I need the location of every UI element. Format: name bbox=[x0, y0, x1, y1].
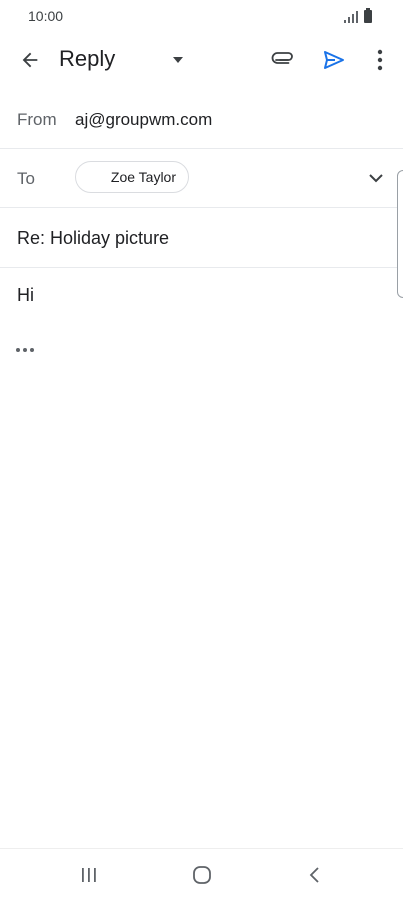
navigation-bar bbox=[0, 848, 403, 897]
battery-icon bbox=[364, 8, 372, 23]
signal-bars-icon bbox=[344, 11, 358, 23]
show-quoted-text-button[interactable] bbox=[14, 340, 40, 360]
more-vertical-icon bbox=[377, 49, 383, 71]
recipient-name: Zoe Taylor bbox=[110, 169, 176, 185]
toolbar: Reply bbox=[0, 36, 403, 84]
attach-button[interactable] bbox=[264, 40, 304, 80]
from-label: From bbox=[17, 110, 57, 129]
status-time: 10:00 bbox=[28, 8, 64, 24]
to-label: To bbox=[17, 169, 35, 188]
status-bar: 10:00 bbox=[0, 0, 403, 32]
nav-back-icon bbox=[309, 867, 319, 883]
more-options-button[interactable] bbox=[360, 40, 400, 80]
home-icon bbox=[193, 866, 211, 884]
home-button[interactable] bbox=[178, 857, 226, 893]
back-button[interactable] bbox=[10, 40, 50, 80]
scroll-handle[interactable] bbox=[397, 170, 403, 298]
expand-recipients-button[interactable] bbox=[356, 158, 396, 198]
to-row[interactable]: To Zoe Taylor bbox=[0, 149, 403, 208]
paperclip-icon bbox=[271, 52, 293, 64]
more-horizontal-icon bbox=[16, 348, 34, 352]
recipient-chip[interactable]: Zoe Taylor bbox=[75, 161, 189, 193]
subject-row[interactable]: Re: Holiday picture bbox=[0, 208, 403, 268]
nav-back-button[interactable] bbox=[291, 857, 339, 893]
from-address[interactable]: aj@groupwm.com bbox=[75, 110, 212, 130]
chevron-down-icon bbox=[369, 174, 383, 183]
arrow-back-icon bbox=[22, 52, 38, 68]
caret-down-icon bbox=[173, 57, 183, 63]
toolbar-title: Reply bbox=[59, 46, 116, 71]
status-icons bbox=[343, 8, 379, 24]
send-button[interactable] bbox=[314, 40, 354, 80]
from-row: From aj@groupwm.com bbox=[0, 90, 403, 149]
message-body[interactable]: Hi bbox=[17, 285, 34, 306]
recents-button[interactable] bbox=[65, 857, 113, 893]
recents-icon bbox=[82, 868, 96, 882]
reply-type-dropdown[interactable] bbox=[158, 40, 198, 80]
subject-field[interactable]: Re: Holiday picture bbox=[17, 228, 169, 249]
send-icon bbox=[324, 51, 344, 69]
